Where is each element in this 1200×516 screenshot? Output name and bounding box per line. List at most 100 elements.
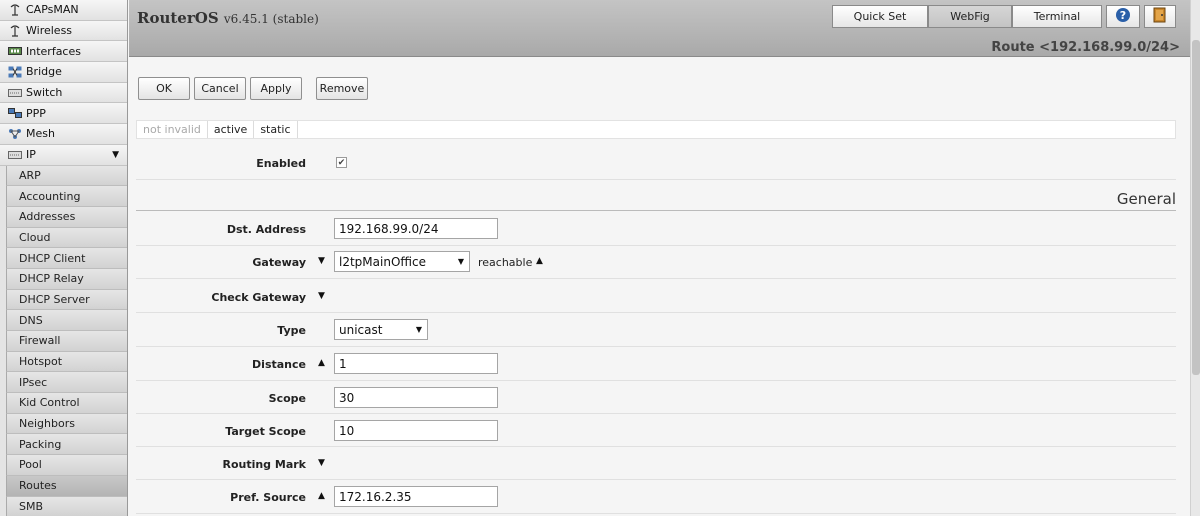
sidebar-item-label: Interfaces	[26, 44, 81, 58]
sidebar-item-switch[interactable]: Switch	[0, 82, 127, 104]
sidebar-subitem-smb[interactable]: SMB	[6, 496, 127, 516]
chevron-down-icon: ▼	[112, 149, 119, 160]
antenna-icon	[7, 24, 22, 37]
vertical-scrollbar[interactable]	[1190, 0, 1200, 516]
collapse-arrow-icon[interactable]: ▼	[318, 256, 325, 266]
interfaces-icon	[7, 45, 22, 57]
dst-address-label: Dst. Address	[226, 223, 306, 236]
row-type: Type unicast ▼	[136, 313, 1176, 347]
bridge-icon	[7, 66, 22, 78]
sidebar-item-wireless[interactable]: Wireless	[0, 20, 127, 42]
sidebar-item-mesh[interactable]: Mesh	[0, 124, 127, 145]
row-target-scope: Target Scope 10	[136, 414, 1176, 447]
sidebar-item-capsman[interactable]: CAPsMAN	[0, 0, 127, 21]
product-name: RouterOS	[137, 9, 219, 27]
sidebar-subitem-hotspot[interactable]: Hotspot	[6, 351, 127, 373]
expand-arrow-icon[interactable]: ▲	[318, 358, 325, 368]
gateway-select[interactable]: l2tpMainOffice ▼	[334, 251, 470, 272]
collapse-arrow-icon[interactable]: ▼	[318, 458, 325, 468]
sidebar-item-interfaces[interactable]: Interfaces	[0, 41, 127, 63]
scope-field[interactable]: 30	[334, 387, 498, 408]
pref-source-field[interactable]: 172.16.2.35	[334, 486, 498, 507]
row-check-gateway: Check Gateway ▼	[136, 279, 1176, 313]
version-label: v6.45.1 (stable)	[223, 12, 319, 26]
sidebar-item-label: PPP	[26, 106, 46, 120]
app-title: RouterOS v6.45.1 (stable)	[137, 9, 319, 27]
check-gateway-label: Check Gateway	[211, 291, 306, 304]
terminal-button[interactable]: Terminal	[1012, 5, 1102, 28]
routing-mark-label: Routing Mark	[222, 458, 306, 471]
help-icon: ?	[1115, 7, 1131, 26]
pref-source-label: Pref. Source	[230, 491, 306, 504]
sidebar-item-label: Switch	[26, 86, 63, 100]
sidebar-subitem-dhcp-relay[interactable]: DHCP Relay	[6, 268, 127, 290]
status-flags: not invalid active static	[136, 120, 1176, 139]
target-scope-label: Target Scope	[225, 425, 306, 438]
sidebar-subitem-kid-control[interactable]: Kid Control	[6, 393, 127, 414]
scope-label: Scope	[268, 392, 306, 405]
cancel-button[interactable]: Cancel	[194, 77, 246, 100]
enabled-label: Enabled	[256, 157, 306, 170]
chevron-down-icon: ▼	[415, 325, 422, 334]
collapse-arrow-icon[interactable]: ▼	[318, 291, 325, 301]
sidebar-item-bridge[interactable]: Bridge	[0, 62, 127, 83]
sidebar-subitem-accounting[interactable]: Accounting	[6, 186, 127, 207]
gateway-value: l2tpMainOffice	[339, 254, 426, 269]
sidebar-item-label: Wireless	[26, 24, 73, 38]
enabled-checkbox[interactable]: ✔	[336, 157, 347, 168]
logout-button[interactable]	[1144, 5, 1176, 28]
ip-icon	[7, 149, 22, 161]
sidebar-subitem-pool[interactable]: Pool	[6, 455, 127, 476]
distance-label: Distance	[252, 358, 306, 371]
section-header-general: General	[136, 188, 1176, 211]
flag-active: active	[208, 121, 255, 138]
svg-text:?: ?	[1120, 9, 1126, 22]
gateway-label: Gateway	[252, 256, 306, 269]
mesh-icon	[7, 128, 22, 140]
sidebar-subitem-routes[interactable]: Routes	[6, 475, 127, 497]
target-scope-field[interactable]: 10	[334, 420, 498, 441]
sidebar-item-ip[interactable]: IP ▼	[0, 144, 127, 166]
sidebar-subitem-dhcp-server[interactable]: DHCP Server	[6, 289, 127, 311]
sidebar-item-label: CAPsMAN	[26, 3, 79, 17]
flag-not-invalid: not invalid	[137, 121, 208, 138]
sidebar-subitem-firewall[interactable]: Firewall	[6, 331, 127, 352]
row-dst-address: Dst. Address 192.168.99.0/24	[136, 212, 1176, 246]
distance-field[interactable]: 1	[334, 353, 498, 374]
sidebar-subitem-neighbors[interactable]: Neighbors	[6, 413, 127, 435]
main-content: OK Cancel Apply Remove not invalid activ…	[129, 58, 1190, 516]
help-button[interactable]: ?	[1106, 5, 1140, 28]
type-select[interactable]: unicast ▼	[334, 319, 428, 340]
row-scope: Scope 30	[136, 381, 1176, 414]
expand-arrow-icon[interactable]: ▲	[318, 491, 325, 501]
sidebar-subitem-packing[interactable]: Packing	[6, 434, 127, 456]
sidebar-subitem-ipsec[interactable]: IPsec	[6, 372, 127, 394]
ok-button[interactable]: OK	[138, 77, 190, 100]
ppp-icon	[7, 107, 22, 119]
scrollbar-thumb[interactable]	[1192, 40, 1200, 375]
sidebar-subitem-dns[interactable]: DNS	[6, 310, 127, 331]
dst-address-field[interactable]: 192.168.99.0/24	[334, 218, 498, 239]
sidebar-item-label: IP	[26, 148, 36, 162]
sidebar-item-ppp[interactable]: PPP	[0, 103, 127, 125]
flag-static: static	[254, 121, 298, 138]
row-gateway: Gateway ▼ l2tpMainOffice ▼ reachable ▲	[136, 246, 1176, 279]
apply-button[interactable]: Apply	[250, 77, 302, 100]
sidebar-subitem-cloud[interactable]: Cloud	[6, 227, 127, 249]
sidebar-subitem-dhcp-client[interactable]: DHCP Client	[6, 248, 127, 269]
row-distance: Distance ▲ 1	[136, 347, 1176, 381]
sidebar-subitem-arp[interactable]: ARP	[6, 165, 127, 187]
row-pref-source: Pref. Source ▲ 172.16.2.35	[136, 480, 1176, 514]
expand-arrow-icon[interactable]: ▲	[536, 256, 543, 266]
type-value: unicast	[339, 322, 383, 337]
logout-icon	[1153, 7, 1167, 26]
type-label: Type	[277, 324, 306, 337]
section-title: General	[1116, 190, 1176, 208]
remove-button[interactable]: Remove	[316, 77, 368, 100]
chevron-down-icon: ▼	[457, 257, 464, 266]
quick-set-button[interactable]: Quick Set	[832, 5, 928, 28]
switch-icon	[7, 87, 22, 99]
webfig-button[interactable]: WebFig	[928, 5, 1012, 28]
sidebar: CAPsMAN Wireless Interfaces Bridge Switc…	[0, 0, 128, 516]
sidebar-subitem-addresses[interactable]: Addresses	[6, 206, 127, 228]
